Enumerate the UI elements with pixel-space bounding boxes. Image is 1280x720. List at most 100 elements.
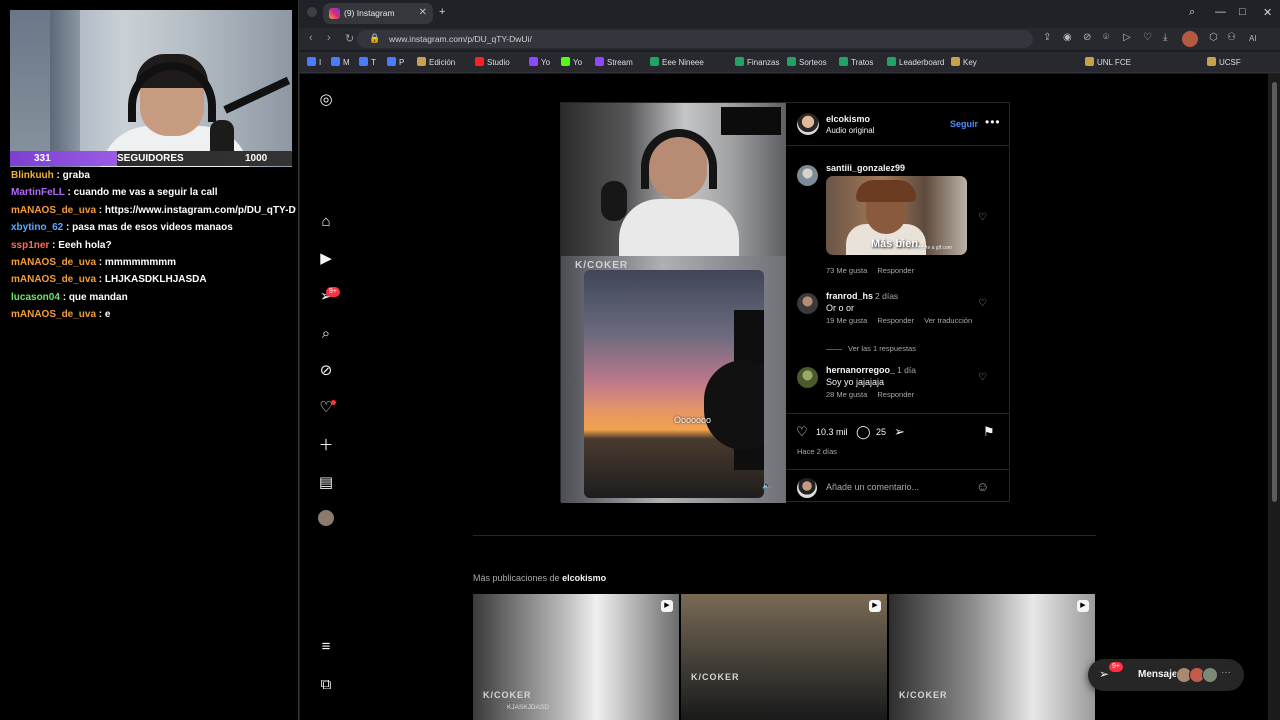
close-tab-icon[interactable]: ✕ xyxy=(419,7,427,18)
instagram-logo-icon[interactable]: ◎ xyxy=(316,90,336,110)
chat-message: ssp1ner : Eeeh hola? xyxy=(11,239,112,251)
gif-watermark: make a gif.com xyxy=(918,245,952,251)
heart-icon[interactable]: ♡ xyxy=(1143,32,1152,43)
bookmark-icon xyxy=(387,57,396,66)
search-tabs-icon[interactable]: ⌕ xyxy=(1189,6,1195,19)
like-count[interactable]: 10.3 mil xyxy=(816,427,848,437)
reels-icon[interactable]: ▶ xyxy=(316,249,336,269)
like-comment-icon[interactable]: ♡ xyxy=(978,298,987,309)
add-comment-input[interactable]: Añade un comentario... xyxy=(826,482,919,492)
reply-button[interactable]: Responder xyxy=(877,266,914,275)
sunset-clip: Ooooooo xyxy=(584,270,764,498)
workspace-icon[interactable] xyxy=(307,7,317,17)
messages-button[interactable]: ➢ 9+ Mensajes ··· xyxy=(1088,659,1244,691)
camera-icon[interactable]: ◉ xyxy=(1063,32,1072,43)
also-from-meta-icon[interactable]: ⧉ xyxy=(316,675,336,695)
chat-text: que mandan xyxy=(68,291,128,303)
comment-icon[interactable]: ◯ xyxy=(856,424,871,440)
bookmark-item[interactable]: Tratos xyxy=(839,57,873,67)
play-icon[interactable]: ▷ xyxy=(1123,32,1131,43)
page-scrollbar[interactable] xyxy=(1269,74,1280,720)
more-post-thumbnail[interactable]: ▶ K/COKER KJASKJDASD xyxy=(473,594,679,720)
bookmark-item[interactable]: Edición xyxy=(417,57,455,67)
commenter-avatar[interactable] xyxy=(797,367,818,388)
bookmark-item[interactable]: Sorteos xyxy=(787,57,827,67)
audio-label[interactable]: Audio original xyxy=(826,126,874,135)
commenter-avatar[interactable] xyxy=(797,293,818,314)
explore-icon[interactable]: ⊘ xyxy=(316,361,336,381)
bookmark-item[interactable]: UCSF xyxy=(1207,57,1241,67)
comment-user[interactable]: franrod_hs 2 días xyxy=(826,291,898,301)
see-translation-button[interactable]: Ver traducción xyxy=(924,316,972,325)
ai-button[interactable]: AI xyxy=(1249,34,1257,43)
adblock-icon[interactable]: ⊘ xyxy=(1083,32,1091,43)
back-icon[interactable]: ‹ xyxy=(309,32,313,44)
more-post-thumbnail[interactable]: ▶ K/COKER xyxy=(889,594,1095,720)
bookmark-label: M xyxy=(343,58,350,67)
close-window-button[interactable]: ✕ xyxy=(1263,6,1272,19)
home-icon[interactable]: ⌂ xyxy=(316,212,336,232)
chat-message: mANAOS_de_uva : LHJKASDKLHJASDA xyxy=(11,274,207,286)
reply-button[interactable]: Responder xyxy=(877,390,914,399)
bookmark-item[interactable]: T xyxy=(359,57,376,67)
follow-button[interactable]: Seguir xyxy=(950,119,978,129)
post-video[interactable]: K/COKER Ooooooo 🔈 xyxy=(561,103,786,503)
comment-user[interactable]: hernanorregoo_ 1 día xyxy=(826,365,916,375)
bookmark-item[interactable]: Stream xyxy=(595,57,633,67)
dashboard-icon[interactable]: ▤ xyxy=(316,473,336,493)
bookmark-label: Leaderboard xyxy=(899,58,945,67)
tab-instagram[interactable]: (9) Instagram ✕ xyxy=(323,3,433,24)
more-posts-author[interactable]: elcokismo xyxy=(562,573,606,583)
url-field[interactable]: 🔒 www.instagram.com/p/DU_qTY-DwUi/ xyxy=(357,30,1033,48)
more-post-thumbnail[interactable]: ▶ K/COKER xyxy=(681,594,887,720)
comment-user[interactable]: santiii_gonzalez99 xyxy=(826,163,905,173)
author-name[interactable]: elcokismo xyxy=(826,114,870,124)
bookmark-item[interactable]: M xyxy=(331,57,350,67)
create-icon[interactable]: ＋ xyxy=(316,436,336,456)
author-avatar[interactable] xyxy=(797,113,819,135)
bookmark-item[interactable]: Leaderboard xyxy=(887,57,944,67)
profile-avatar[interactable] xyxy=(1182,31,1198,47)
profile-nav-avatar[interactable] xyxy=(318,510,334,526)
like-comment-icon[interactable]: ♡ xyxy=(978,212,987,223)
more-menu-icon[interactable]: ≡ xyxy=(316,637,336,657)
comment-likes[interactable]: 73 Me gusta xyxy=(826,266,867,275)
comment-meta: 73 Me gusta Responder xyxy=(826,266,922,275)
leo-icon[interactable]: ⚇ xyxy=(1227,32,1236,43)
download-icon[interactable]: ⤓ xyxy=(1163,32,1167,43)
commenter-avatar[interactable] xyxy=(797,165,818,186)
minimize-button[interactable]: — xyxy=(1215,6,1226,18)
new-tab-button[interactable]: + xyxy=(439,6,445,18)
thumb-watermark: K/COKER xyxy=(691,672,740,682)
forward-icon[interactable]: › xyxy=(327,32,331,44)
bookmark-item[interactable]: Eee Nineee xyxy=(650,57,704,67)
mute-icon[interactable]: 🔈 xyxy=(762,481,772,490)
comment-likes[interactable]: 28 Me gusta xyxy=(826,390,867,399)
follower-goal: 1000 xyxy=(245,153,268,164)
bookmark-item[interactable]: Yo xyxy=(561,57,582,67)
comment-count: 25 xyxy=(876,427,887,437)
like-icon[interactable]: ♡ xyxy=(796,424,808,440)
bookmark-item[interactable]: UNL FCE xyxy=(1085,57,1131,67)
comment-likes[interactable]: 19 Me gusta xyxy=(826,316,867,325)
bookmark-item[interactable]: Finanzas xyxy=(735,57,779,67)
bookmark-item[interactable]: P xyxy=(387,57,404,67)
reply-button[interactable]: Responder xyxy=(877,316,914,325)
extension-icon[interactable]: ⌾ xyxy=(1103,32,1109,43)
share-icon[interactable]: ➢ xyxy=(894,424,905,440)
reload-icon[interactable]: ↻ xyxy=(345,32,354,45)
bookmark-item[interactable]: Key xyxy=(951,57,977,67)
save-bookmark-icon[interactable]: ⚑ xyxy=(983,424,995,440)
view-replies-button[interactable]: Ver las 1 respuestas xyxy=(826,344,916,353)
wallet-icon[interactable]: ⬡ xyxy=(1209,32,1218,43)
bookmark-item[interactable]: Studio xyxy=(475,57,510,67)
bookmark-item[interactable]: I xyxy=(307,57,321,67)
maximize-button[interactable]: □ xyxy=(1239,6,1246,18)
comment-meta: 19 Me gusta Responder Ver traducción xyxy=(826,316,980,325)
bookmark-item[interactable]: Yo xyxy=(529,57,550,67)
more-options-icon[interactable]: ••• xyxy=(985,115,1001,129)
search-icon[interactable]: ⌕ xyxy=(316,324,336,344)
share-icon[interactable]: ⇪ xyxy=(1043,32,1051,43)
like-comment-icon[interactable]: ♡ xyxy=(978,372,987,383)
emoji-icon[interactable]: ☺ xyxy=(976,479,989,494)
